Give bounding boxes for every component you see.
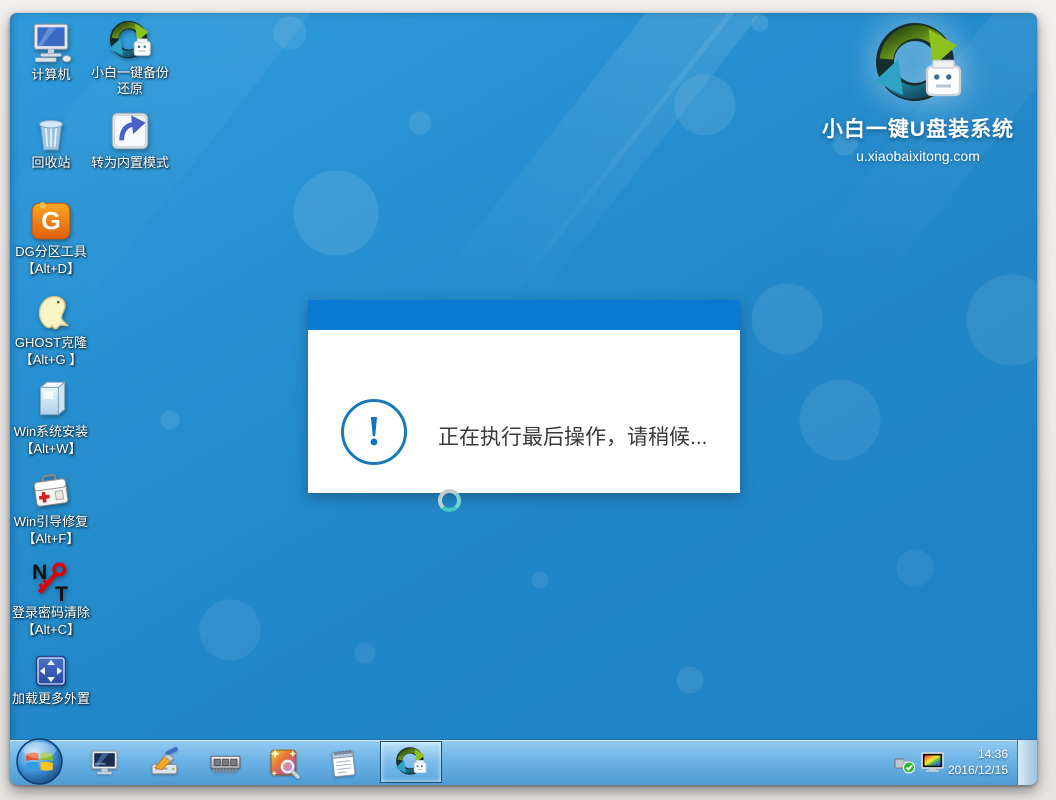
desktop-icon-label: DG分区工具 xyxy=(15,244,87,260)
software-box-icon xyxy=(28,377,74,423)
taskbar-item-xiaobai-active[interactable] xyxy=(380,741,442,783)
desktop-icon-hotkey: 【Alt+F】 xyxy=(23,531,80,547)
desktop-icon-label: 加载更多外置 xyxy=(12,691,90,707)
diskgenius-icon: G xyxy=(28,197,74,243)
desktop-icon-label: 回收站 xyxy=(31,155,70,171)
desktop-icon-hotkey: 【Alt+C】 xyxy=(22,622,80,638)
xiaobai-logo-icon xyxy=(866,17,970,113)
dialog-body: ! 正在执行最后操作，请稍候... xyxy=(308,330,740,493)
disk-brush-icon xyxy=(149,747,182,780)
desktop-icon-computer[interactable]: 计算机 xyxy=(10,20,95,83)
alert-icon: ! xyxy=(341,399,407,465)
desktop-icon-load-more[interactable]: 加载更多外置 xyxy=(10,652,95,707)
expand-arrows-icon xyxy=(32,652,70,690)
desktop-icon-hotkey: 【Alt+G 】 xyxy=(20,352,83,368)
desktop-icon-internal-mode[interactable]: 转为内置模式 xyxy=(86,108,174,171)
desktop-icon-hotkey: 【Alt+W】 xyxy=(20,441,81,457)
desktop-icon-label: 登录密码清除 xyxy=(12,605,90,621)
computer-icon xyxy=(28,20,74,66)
usb-eject-icon xyxy=(893,751,917,775)
sync-arrows-icon xyxy=(394,745,428,779)
taskbar-item-desktop-viewer[interactable] xyxy=(86,745,122,781)
taskbar-item-disk-cleanup[interactable] xyxy=(147,745,183,781)
recycle-bin-icon xyxy=(28,108,74,154)
taskbar-item-memory-tool[interactable] xyxy=(207,745,243,781)
branding-url: u.xiaobaixitong.com xyxy=(813,148,1023,164)
tray-usb-device[interactable] xyxy=(893,751,917,775)
display-icon xyxy=(88,747,121,780)
ghost-icon xyxy=(28,288,74,334)
desktop-icon-xiaobai-backup[interactable]: 小白一键备份还原 xyxy=(86,18,174,97)
show-desktop-button[interactable] xyxy=(1017,740,1037,785)
dialog-titlebar[interactable] xyxy=(308,300,740,330)
windows-orb-icon xyxy=(15,737,64,785)
start-button[interactable] xyxy=(15,737,64,785)
desktop-icon-label: 小白一键备份还原 xyxy=(86,65,174,97)
desktop-icon-hotkey: 【Alt+D】 xyxy=(22,261,80,277)
desktop-icon-win-install[interactable]: Win系统安装 【Alt+W】 xyxy=(10,377,95,457)
desktop-icon-label: 计算机 xyxy=(31,67,70,83)
tray-time: 14:36 xyxy=(948,746,1008,762)
sync-arrows-icon xyxy=(107,18,153,64)
dialog-message: 正在执行最后操作，请稍候... xyxy=(438,421,708,451)
ram-chip-icon xyxy=(209,747,242,780)
notepad-icon xyxy=(327,747,360,780)
desktop-icon-label: Win引导修复 xyxy=(14,514,88,530)
tray-display-settings[interactable] xyxy=(920,750,946,774)
taskbar: 14:36 2016/12/15 xyxy=(10,739,1037,785)
loading-spinner-icon xyxy=(438,489,461,512)
tray-clock[interactable]: 14:36 2016/12/15 xyxy=(948,746,1008,778)
desktop-icon-boot-repair[interactable]: Win引导修复 【Alt+F】 xyxy=(10,467,95,547)
desktop-icon-password-clear[interactable]: N T 登录密码清除 【Alt+C】 xyxy=(10,558,95,638)
desktop-icon-label: 转为内置模式 xyxy=(91,155,169,171)
first-aid-kit-icon xyxy=(28,467,74,513)
desktop-icon-label: GHOST克隆 xyxy=(15,335,87,351)
desktop-icon-ghost-clone[interactable]: GHOST克隆 【Alt+G 】 xyxy=(10,288,95,368)
desktop-icon-dg-partition[interactable]: G DG分区工具 【Alt+D】 xyxy=(10,197,95,277)
branding-title: 小白一键U盘装系统 xyxy=(813,113,1023,143)
shortcut-arrow-icon xyxy=(107,108,153,154)
desktop-icon-recycle-bin[interactable]: 回收站 xyxy=(10,108,95,171)
svg-text:T: T xyxy=(55,583,68,604)
desktop-icon-label: Win系统安装 xyxy=(14,424,88,440)
svg-text:G: G xyxy=(41,207,61,235)
taskbar-item-screen-capture[interactable] xyxy=(266,745,302,781)
capture-magnifier-icon xyxy=(268,747,301,780)
wait-dialog: ! 正在执行最后操作，请稍候... xyxy=(308,300,740,493)
desktop-screen: 小白一键U盘装系统 u.xiaobaixitong.com 计算机 小白一键备份… xyxy=(10,13,1037,785)
display-color-icon xyxy=(920,750,946,774)
nt-password-key-icon: N T xyxy=(28,558,74,604)
taskbar-item-notepad[interactable] xyxy=(325,745,361,781)
tray-date: 2016/12/15 xyxy=(948,762,1008,778)
wallpaper-branding: 小白一键U盘装系统 u.xiaobaixitong.com xyxy=(813,17,1023,164)
